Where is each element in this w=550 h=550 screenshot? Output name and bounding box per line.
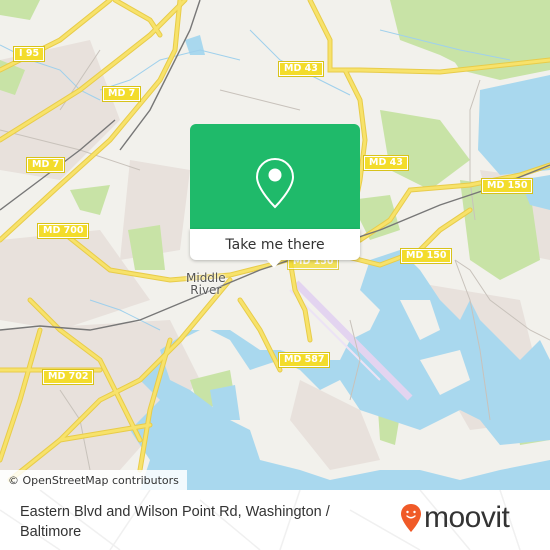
take-me-there-button[interactable]: Take me there [190, 229, 360, 260]
popup-pointer [266, 259, 282, 268]
location-popup: Take me there [190, 124, 360, 268]
place-label-line: River [190, 283, 222, 297]
map-pin-icon [255, 157, 295, 209]
road-shield-md43: MD 43 [363, 155, 409, 171]
road-shield-md150: MD 150 [480, 178, 534, 194]
place-label-middle-river: Middle River [186, 272, 226, 296]
road-shield-md150: MD 150 [399, 248, 453, 264]
map-view[interactable]: I 95 MD 7 MD 7 MD 43 MD 43 MD 150 MD 700… [0, 0, 550, 490]
moovit-logo[interactable]: moovit [400, 501, 510, 534]
location-address: Eastern Blvd and Wilson Point Rd, Washin… [20, 504, 330, 540]
road-shield-md587: MD 587 [277, 352, 331, 368]
moovit-pin-smile-icon [401, 504, 421, 532]
road-shield-md7: MD 7 [25, 157, 66, 173]
road-shield-md702: MD 702 [41, 369, 95, 385]
map-attribution[interactable]: © OpenStreetMap contributors [0, 470, 187, 490]
road-shield-md700: MD 700 [36, 223, 90, 239]
popup-header [190, 124, 360, 229]
moovit-wordmark: moovit [424, 501, 510, 534]
road-shield-md7: MD 7 [101, 86, 142, 102]
road-shield-md43: MD 43 [278, 61, 324, 77]
road-shield-i95: I 95 [12, 46, 46, 62]
